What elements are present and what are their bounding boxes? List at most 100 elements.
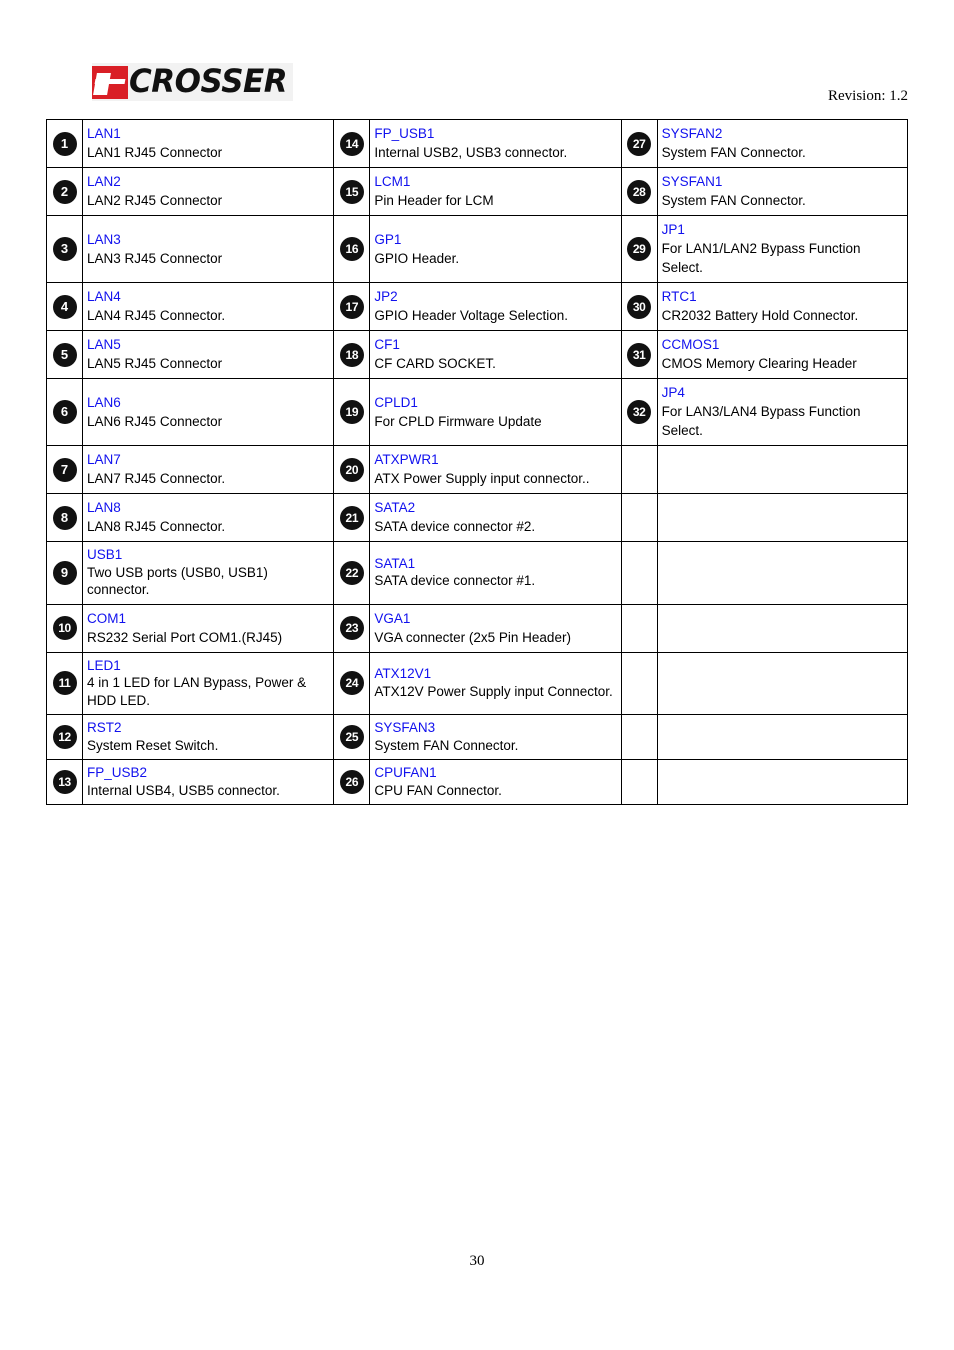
connector-cell: SYSFAN3 System FAN Connector. — [369, 714, 622, 760]
connector-description: CPU FAN Connector. — [374, 782, 502, 798]
connector-cell: ATX12V1 ATX12V Power Supply input Connec… — [369, 651, 622, 715]
item-number-badge: 1 — [52, 131, 77, 156]
item-number-badge: 30 — [627, 294, 652, 319]
connector-description: System FAN Connector. — [374, 737, 519, 753]
badge-cell: 26 — [333, 759, 371, 805]
badge-cell: 3 — [45, 215, 84, 283]
badge-cell: 15 — [333, 167, 371, 216]
connector-name: JP2 — [374, 289, 398, 304]
item-number-badge: 21 — [339, 505, 364, 530]
connector-description: LAN2 RJ45 Connector — [87, 193, 223, 208]
connector-cell: SYSFAN1 System FAN Connector. — [656, 167, 909, 216]
item-number-badge: 24 — [339, 671, 364, 696]
connector-cell: JP4 For LAN3/LAN4 Bypass Function Select… — [656, 378, 909, 446]
connector-cell: LAN4 LAN4 RJ45 Connector. — [82, 282, 335, 331]
connector-description: Two USB ports (USB0, USB1) connector. — [87, 564, 268, 598]
connector-table-body: 1 LAN1 LAN1 RJ45 Connector 14 FP_USB1 In… — [45, 119, 909, 805]
table-row: 3 LAN3 LAN3 RJ45 Connector 16 GP1 GPIO H… — [45, 215, 909, 283]
connector-description: Pin Header for LCM — [374, 193, 494, 208]
connector-description: GPIO Header. — [374, 250, 460, 266]
item-number-badge: 25 — [339, 725, 364, 749]
table-row: 8 LAN8 LAN8 RJ45 Connector. 21 SATA2 SAT… — [45, 493, 909, 542]
connector-name: SYSFAN3 — [374, 720, 436, 735]
connector-cell-empty — [656, 493, 909, 542]
connector-description: CR2032 Battery Hold Connector. — [661, 308, 859, 323]
logo-a-bar — [94, 78, 126, 84]
connector-cell-empty — [656, 714, 909, 760]
connector-name: CCMOS1 — [661, 337, 720, 352]
connector-cell: LAN6 LAN6 RJ45 Connector — [82, 378, 335, 446]
badge-cell: 2 — [45, 167, 84, 216]
connector-name: SYSFAN1 — [661, 174, 723, 189]
badge-cell: 13 — [45, 759, 84, 805]
connector-description: For CPLD Firmware Update — [374, 413, 542, 429]
connector-cell: CCMOS1 CMOS Memory Clearing Header — [656, 330, 909, 379]
badge-cell: 28 — [620, 167, 658, 216]
badge-cell: 21 — [333, 493, 371, 542]
connector-cell: FP_USB1 Internal USB2, USB3 connector. — [369, 119, 622, 168]
badge-cell: 24 — [333, 651, 371, 715]
connector-cell: FP_USB2 Internal USB4, USB5 connector. — [82, 759, 335, 805]
badge-cell: 23 — [333, 603, 371, 653]
badge-cell: 30 — [620, 282, 658, 331]
connector-cell: LAN2 LAN2 RJ45 Connector — [82, 167, 335, 216]
table-row: 9 USB1 Two USB ports (USB0, USB1) connec… — [45, 541, 909, 605]
connector-name: LAN1 — [87, 126, 121, 141]
connector-name: CF1 — [374, 337, 400, 352]
badge-cell-empty — [620, 603, 658, 653]
item-number-badge: 6 — [52, 400, 77, 424]
connector-name: LAN3 — [87, 231, 121, 247]
connector-description: SATA device connector #1. — [374, 573, 536, 589]
connector-cell: SATA2 SATA device connector #2. — [369, 493, 622, 542]
table-row: 2 LAN2 LAN2 RJ45 Connector 15 LCM1 Pin H… — [45, 167, 909, 216]
item-number-badge: 18 — [339, 342, 364, 367]
connector-name: LAN5 — [87, 337, 121, 352]
connector-description: ATX12V Power Supply input Connector. — [374, 683, 613, 699]
item-number-badge: 15 — [339, 179, 364, 204]
connector-description: LAN6 RJ45 Connector — [87, 413, 223, 429]
item-number-badge: 31 — [627, 342, 652, 367]
connector-name: GP1 — [374, 231, 402, 247]
item-number-badge: 22 — [339, 560, 364, 585]
connector-cell: ATXPWR1 ATX Power Supply input connector… — [369, 445, 622, 494]
connector-cell: USB1 Two USB ports (USB0, USB1) connecto… — [82, 541, 335, 605]
connector-description: Internal USB2, USB3 connector. — [374, 145, 568, 160]
item-number-badge: 17 — [339, 294, 364, 319]
table-row: 13 FP_USB2 Internal USB4, USB5 connector… — [45, 759, 909, 805]
connector-name: USB1 — [87, 547, 123, 562]
item-number-badge: 27 — [627, 131, 652, 156]
item-number-badge: 11 — [52, 671, 77, 696]
item-number-badge: 29 — [627, 237, 652, 261]
item-number-badge: 9 — [52, 560, 77, 585]
connector-description: LAN4 RJ45 Connector. — [87, 308, 226, 323]
connector-name: ATXPWR1 — [374, 452, 439, 467]
connector-description: LAN3 RJ45 Connector — [87, 250, 223, 266]
connector-cell: LCM1 Pin Header for LCM — [369, 167, 622, 216]
item-number-badge: 4 — [52, 294, 77, 319]
connector-cell: LAN8 LAN8 RJ45 Connector. — [82, 493, 335, 542]
badge-cell: 31 — [620, 330, 658, 379]
connector-description: RS232 Serial Port COM1.(RJ45) — [87, 629, 283, 645]
badge-cell: 5 — [45, 330, 84, 379]
item-number-badge: 13 — [52, 770, 77, 794]
connector-cell: LAN5 LAN5 RJ45 Connector — [82, 330, 335, 379]
badge-cell: 4 — [45, 282, 84, 331]
connector-cell: CPUFAN1 CPU FAN Connector. — [369, 759, 622, 805]
connector-name: SYSFAN2 — [661, 126, 723, 141]
connector-name: FP_USB2 — [87, 765, 148, 780]
badge-cell-empty — [620, 651, 658, 715]
page-header: CROSSER Revision: 1.2 — [0, 0, 954, 115]
connector-name: LAN4 — [87, 289, 121, 304]
badge-cell: 25 — [333, 714, 371, 760]
connector-cell: GP1 GPIO Header. — [369, 215, 622, 283]
connector-table: 1 LAN1 LAN1 RJ45 Connector 14 FP_USB1 In… — [45, 119, 909, 805]
badge-cell: 7 — [45, 445, 84, 494]
connector-cell: JP2 GPIO Header Voltage Selection. — [369, 282, 622, 331]
connector-cell-empty — [656, 445, 909, 494]
connector-description: System FAN Connector. — [661, 145, 806, 160]
connector-cell: LAN3 LAN3 RJ45 Connector — [82, 215, 335, 283]
acrosser-logo: CROSSER — [92, 63, 294, 101]
connector-cell-empty — [656, 759, 909, 805]
connector-description: CMOS Memory Clearing Header — [661, 356, 857, 371]
logo-wordmark: CROSSER — [129, 63, 288, 100]
